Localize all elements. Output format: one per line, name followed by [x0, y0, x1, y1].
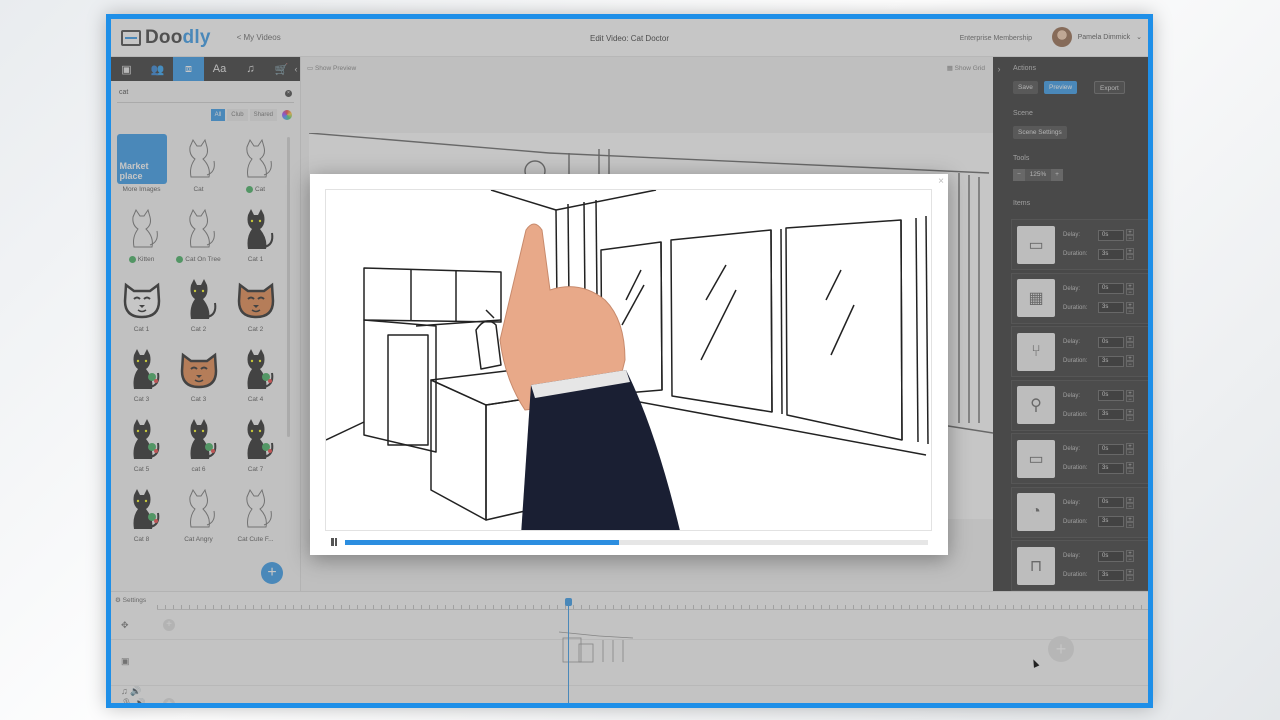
close-icon[interactable]: × — [938, 176, 944, 187]
progress-fill — [345, 540, 619, 545]
preview-video[interactable] — [325, 189, 932, 531]
video-frame-illustration — [326, 190, 929, 530]
screen-frame: Doodly < My Videos Edit Video: Cat Docto… — [106, 14, 1153, 708]
preview-modal: × — [310, 174, 948, 555]
progress-bar[interactable] — [345, 540, 928, 545]
pause-icon[interactable] — [330, 538, 338, 546]
playback-controls — [330, 536, 930, 548]
drawing-hand — [499, 223, 680, 530]
doodly-editor: Doodly < My Videos Edit Video: Cat Docto… — [111, 19, 1148, 703]
